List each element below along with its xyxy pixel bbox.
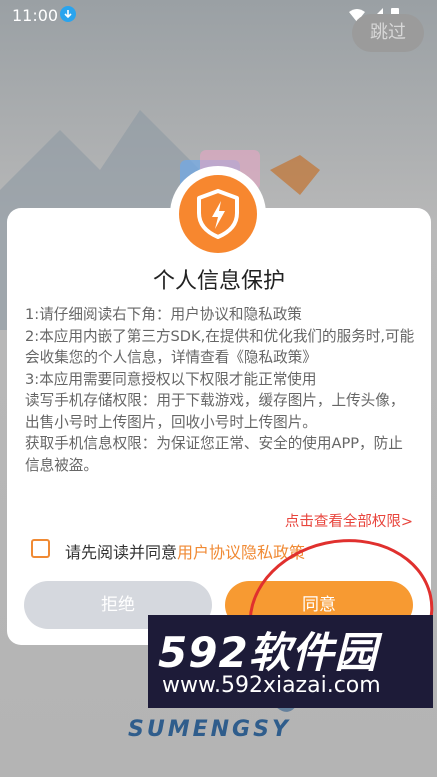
body-line: 读写手机存储权限：用于下载游戏，缓存图片，上传头像，出售小号时上传图片，回收小号… — [25, 392, 405, 431]
dialog-title: 个人信息保护 — [152, 269, 285, 294]
agree-prefix: 请先阅读并同意 — [65, 543, 178, 562]
skip-button[interactable]: 跳过 — [352, 14, 424, 52]
body-line: 1:请仔细阅读右下角：用户协议和隐私政策 — [25, 306, 302, 323]
background-logo-text: SUMENGSY — [128, 717, 291, 742]
agree-checkbox[interactable] — [31, 539, 50, 558]
body-line: 获取手机信息权限：为保证您正常、安全的使用APP，防止信息被盗。 — [25, 435, 403, 474]
agree-text: 请先阅读并同意用户协议隐私政策 — [65, 539, 305, 563]
body-line: 2:本应用内嵌了第三方SDK,在提供和优化我们的服务时,可能会收集您的个人信息，… — [25, 327, 415, 367]
dialog-body: 1:请仔细阅读右下角：用户协议和隐私政策 2:本应用内嵌了第三方SDK,在提供和… — [25, 304, 417, 476]
download-icon — [60, 6, 76, 22]
watermark-title: 592软件园 — [158, 628, 378, 677]
watermark-592: 592软件园 www.592xiazai.com — [148, 615, 433, 708]
shield-lightning-icon — [197, 189, 239, 239]
shield-badge — [170, 166, 266, 262]
status-time: 11:00 — [12, 6, 59, 25]
shield-circle — [179, 175, 257, 253]
view-all-permissions-link[interactable]: 点击查看全部权限> — [285, 510, 413, 531]
watermark-url: www.592xiazai.com — [162, 673, 381, 698]
body-line: 3:本应用需要同意授权以下权限才能正常使用 — [25, 370, 317, 388]
